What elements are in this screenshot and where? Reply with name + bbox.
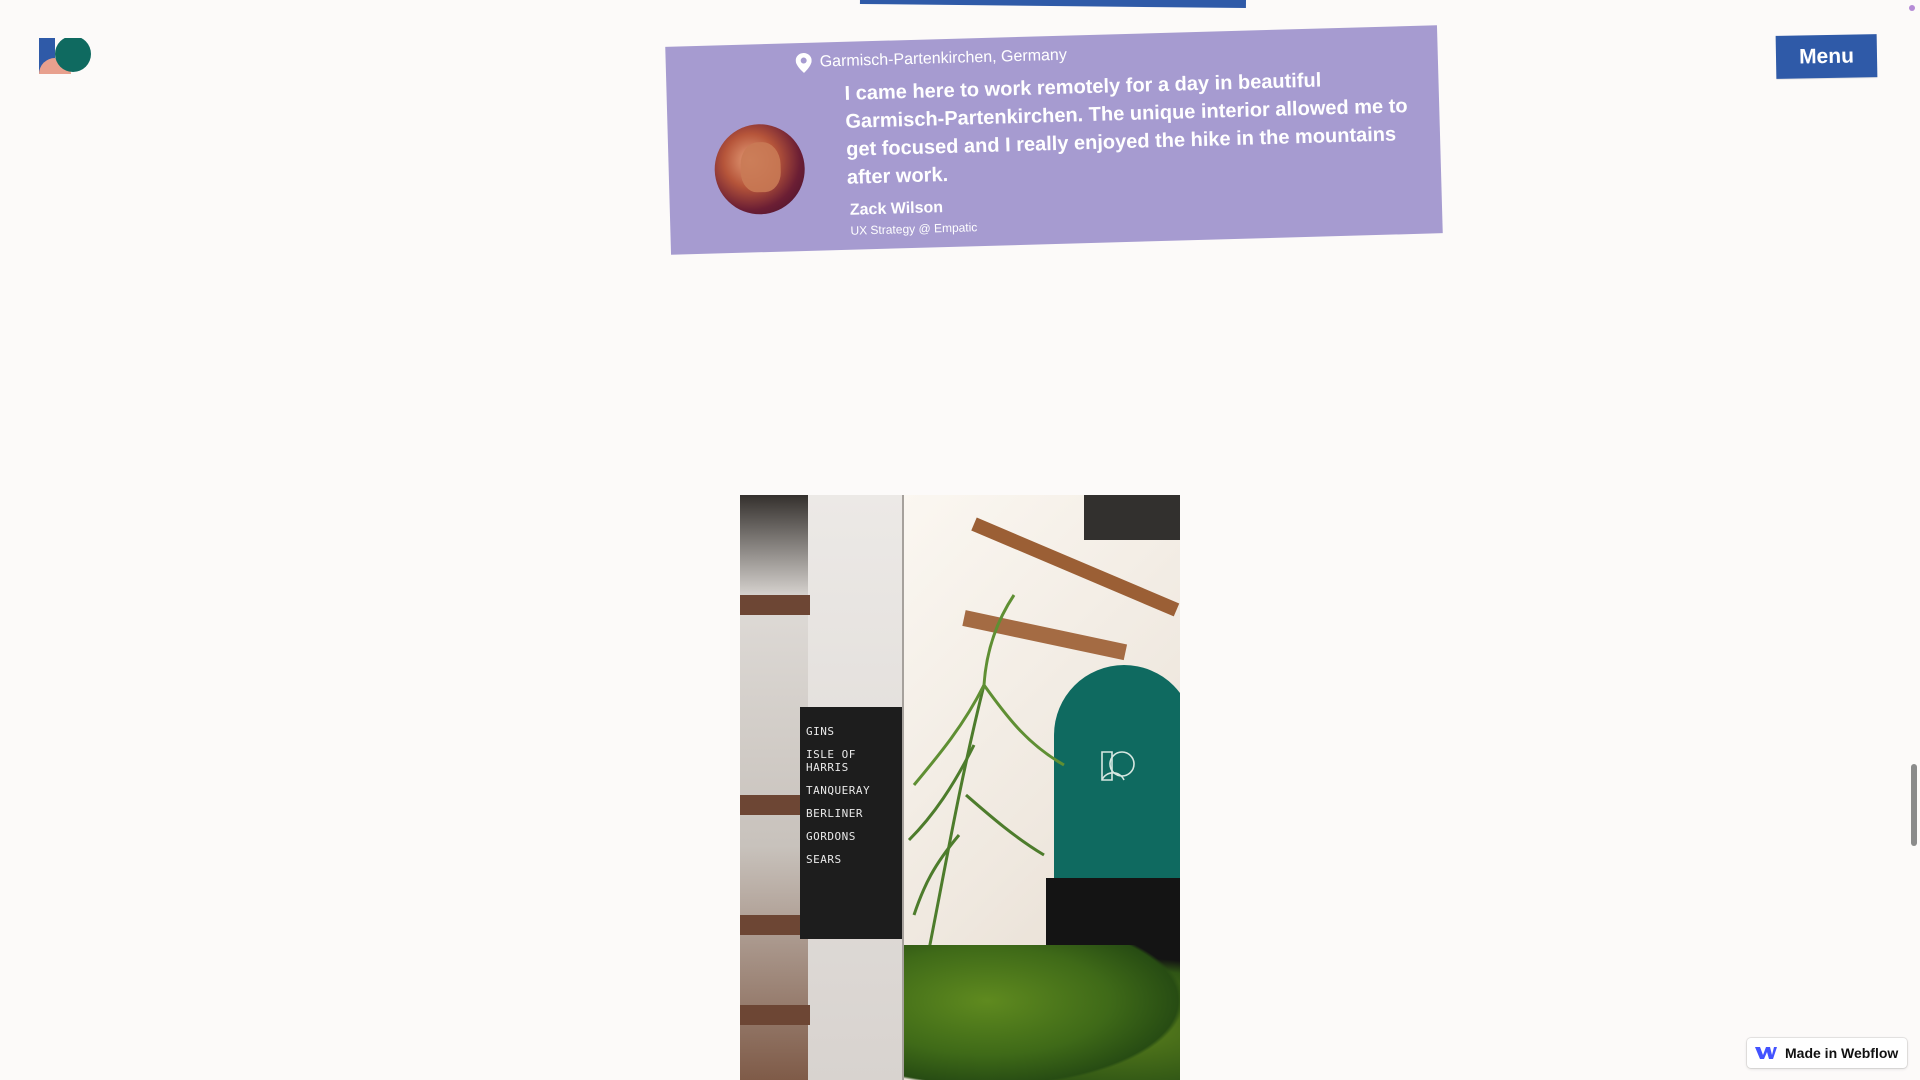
chalkboard-line: GINS: [806, 725, 835, 738]
plant-leaves: [907, 594, 1065, 975]
decorative-dot: [1909, 5, 1915, 11]
foreground-plants: [904, 945, 1180, 1080]
arch-logo-icon: [1101, 751, 1135, 781]
author-role: UX Strategy @ Empatic: [850, 220, 978, 238]
location-text: Garmisch-Partenkirchen, Germany: [819, 46, 1068, 71]
decorative-top-stripe: [859, 0, 1247, 9]
site-logo[interactable]: [39, 38, 93, 74]
chalkboard-line: TANQUERAY: [806, 784, 871, 797]
testimonial-quote: I came here to work remotely for a day i…: [844, 69, 1408, 189]
webflow-logo-icon: [1755, 1047, 1777, 1059]
ceiling-shadow: [1084, 495, 1180, 540]
photo-shelf: [740, 595, 810, 615]
testimonial-location: Garmisch-Partenkirchen, Germany: [795, 46, 1067, 74]
photo-right-panel: [904, 495, 1180, 1080]
photo-shelf: [740, 1005, 810, 1025]
location-pin-icon: [795, 52, 812, 73]
photo-left-panel: GINS ISLE OF HARRIS TANQUERAY BERLINER G…: [740, 495, 902, 1080]
author-name: Zack Wilson: [849, 199, 944, 219]
chalkboard-line: BERLINER: [806, 807, 863, 820]
author-avatar: [713, 122, 806, 216]
scrollbar-thumb[interactable]: [1911, 764, 1917, 846]
chalkboard-line: GORDONS: [806, 830, 856, 843]
interior-photo: GINS ISLE OF HARRIS TANQUERAY BERLINER G…: [740, 495, 1180, 1080]
webflow-badge-label: Made in Webflow: [1785, 1045, 1899, 1061]
menu-button[interactable]: Menu: [1775, 34, 1878, 79]
chalkboard-line: ISLE OF HARRIS: [806, 748, 856, 774]
chalkboard-menu: GINS ISLE OF HARRIS TANQUERAY BERLINER G…: [800, 707, 902, 939]
chalkboard-line: SEARS: [806, 853, 842, 866]
testimonial-card: Garmisch-Partenkirchen, Germany I came h…: [665, 25, 1443, 255]
made-in-webflow-badge[interactable]: Made in Webflow: [1747, 1038, 1907, 1068]
